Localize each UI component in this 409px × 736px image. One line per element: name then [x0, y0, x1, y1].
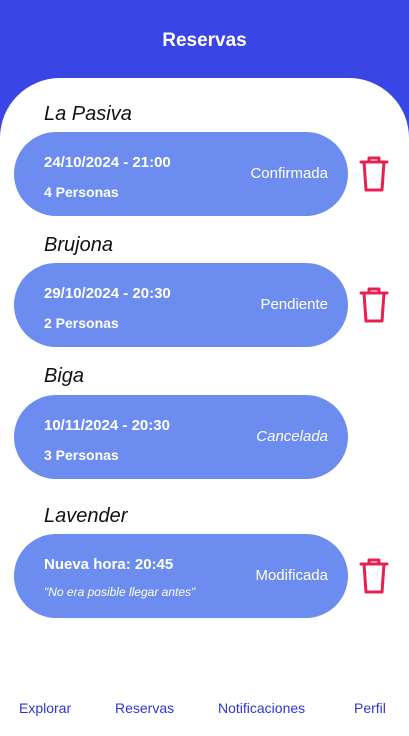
trash-icon[interactable]: [358, 286, 390, 324]
reservation-guests: 3 Personas: [44, 447, 119, 463]
reservation-datetime: 29/10/2024 - 20:30: [44, 285, 171, 302]
page-title: Reservas: [162, 30, 247, 51]
restaurant-name: Biga: [44, 365, 85, 387]
bottom-nav: Explorar Reservas Notificaciones Perfil: [0, 700, 409, 720]
reservation-status: Pendiente: [260, 296, 328, 313]
trash-icon[interactable]: [358, 155, 390, 193]
reservation-status: Modificada: [255, 567, 328, 584]
nav-item-reservations[interactable]: Reservas: [115, 700, 174, 716]
reservation-card[interactable]: 29/10/2024 - 20:30 2 Personas Pendiente: [14, 263, 348, 347]
reservation-datetime: 10/11/2024 - 20:30: [44, 417, 170, 434]
reservation-note: "No era posible llegar antes": [44, 585, 196, 599]
reservation-card[interactable]: 24/10/2024 - 21:00 4 Personas Confirmada: [14, 132, 348, 216]
nav-item-profile[interactable]: Perfil: [354, 700, 386, 716]
restaurant-name: Brujona: [44, 234, 113, 256]
reservation-new-time: Nueva hora: 20:45: [44, 556, 174, 573]
reservation-guests: 4 Personas: [44, 184, 119, 200]
nav-item-explore[interactable]: Explorar: [19, 700, 71, 716]
reservation-card[interactable]: 10/11/2024 - 20:30 3 Personas Cancelada: [14, 395, 348, 479]
restaurant-name: La Pasiva: [44, 103, 132, 125]
reservation-status: Confirmada: [250, 165, 328, 182]
reservation-card[interactable]: Nueva hora: 20:45 "No era posible llegar…: [14, 534, 348, 618]
trash-icon[interactable]: [358, 557, 390, 595]
nav-item-notifications[interactable]: Notificaciones: [218, 700, 305, 716]
reservation-guests: 2 Personas: [44, 315, 119, 331]
reservation-status: Cancelada: [256, 428, 328, 445]
reservation-datetime: 24/10/2024 - 21:00: [44, 154, 171, 171]
restaurant-name: Lavender: [44, 505, 128, 527]
